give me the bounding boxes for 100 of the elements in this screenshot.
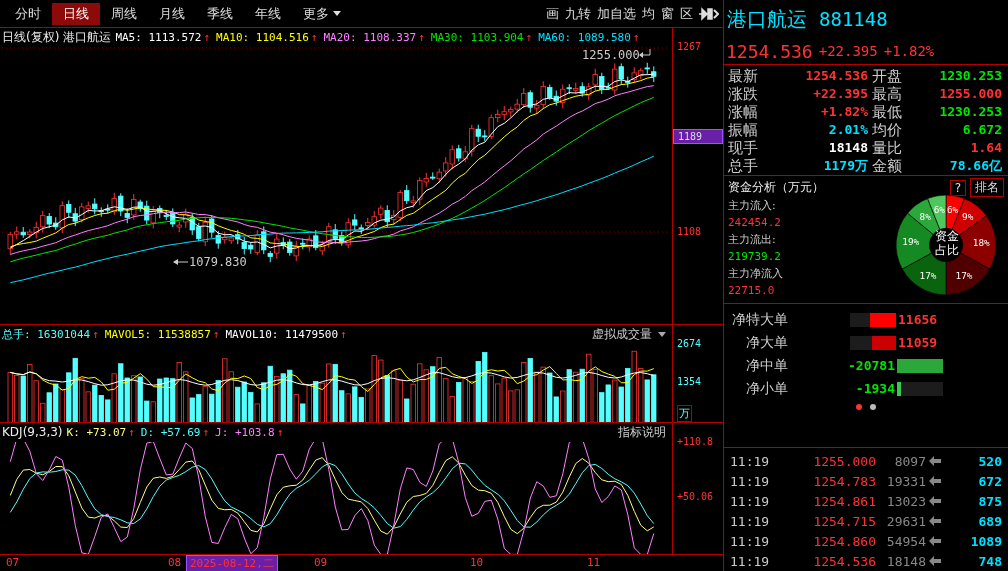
trade-time: 11:19 [730,473,771,489]
trade-volume: 8097 [893,453,926,469]
toolbar-button[interactable]: 均 [642,4,655,23]
trade-price: 1254.783 [812,473,876,489]
low-price-label: 1079.830 [189,255,247,269]
order-type-label: 净特大单 [731,310,789,329]
toolbar-button[interactable]: 九转 [565,4,591,23]
slice-label: 19% [902,235,920,247]
toolbar-button[interactable]: 画 [546,4,559,23]
slice-label: 9% [962,211,974,223]
period-tab[interactable]: 更多 [292,2,352,25]
price-tick: 1267 [677,41,702,52]
stat-value: 6.672 [961,121,1003,139]
stat-label: 现手 [728,139,759,157]
price-change: +22.395 [818,43,878,59]
chart-title: 日线(复权) [2,29,60,46]
slice-label: 18% [972,236,990,248]
month-tick: 08 [168,556,182,569]
flow-value: 22715.0 [728,283,776,299]
period-tab[interactable]: 分时 [4,2,52,25]
slice-label: 17% [919,269,937,281]
volume-tick: 2674 [677,338,702,349]
stat-value: 1.64 [969,139,1003,157]
indicator-value: D: +57.69 [140,425,201,439]
toolbar-button[interactable]: 加自选 [597,4,636,23]
trend-arrow: ↑ [92,327,99,341]
index-code: 881148 [819,8,888,30]
stat-value: 78.66亿 [948,157,1003,175]
trade-count: 689 [977,513,1002,529]
price-tick: 1108 [677,226,702,237]
toolbar-button[interactable]: 区 [680,4,693,23]
stat-value: 1230.253 [938,67,1003,85]
trade-volume: 18148 [885,553,926,569]
unit-label: 万 [677,405,692,422]
indicator-tick: +50.06 [677,491,714,502]
trend-arrow: ↑ [418,31,425,44]
net-flow-value: -1934 [854,381,896,396]
ma-value: MA10: 1104.516 [216,31,309,44]
stat-label: 最低 [872,103,903,121]
order-type-label: 净中单 [745,356,789,375]
flow-label: 主力流出: [728,232,777,248]
stat-label: 量比 [872,139,903,157]
stat-label: 开盘 [872,67,903,85]
month-tick: 11 [587,556,601,569]
trade-price: 1255.000 [812,453,876,469]
trend-arrow: ↑ [202,425,209,439]
net-flow-value: 11059 [897,335,939,350]
trade-time: 11:19 [730,533,771,549]
indicator-title: KDJ(9,3,3) [2,425,63,440]
rank-button[interactable]: 排名 [970,178,1004,197]
ma-value: MA30: 1103.904 [430,31,524,44]
flow-value: 219739.2 [728,249,782,265]
stat-label: 最新 [728,67,759,85]
month-tick: 09 [314,556,328,569]
trade-price: 1254.861 [812,493,876,509]
stat-value: 1230.253 [938,103,1003,121]
flow-value: 242454.2 [728,215,782,231]
stat-label: 最高 [872,85,903,103]
trade-time: 11:19 [730,553,771,569]
period-tab[interactable]: 年线 [244,2,292,25]
last-price: 1254.536 [726,40,813,62]
stat-label: 总手 [728,157,759,175]
trade-count: 875 [977,493,1002,509]
period-tab[interactable]: 周线 [100,2,148,25]
indicator-tick: +110.8 [677,436,714,447]
index-name: 港口航运 [63,29,112,46]
volume-mode-dropdown[interactable]: 虚拟成交量 [592,325,666,343]
period-tab[interactable]: 月线 [148,2,196,25]
trade-price: 1254.715 [812,513,876,529]
month-tick: 10 [470,556,484,569]
trend-arrow: ↑ [128,425,135,439]
order-type-label: 净小单 [745,379,789,398]
indicator-value: J: +103.8 [215,425,275,439]
volume-value: 总手: 16301044 [2,326,91,342]
toolbar-button[interactable]: 窗 [661,4,674,23]
period-tab[interactable]: 日线 [52,2,100,25]
cursor-price-label: 1189 [673,129,723,144]
trade-price: 1254.536 [812,553,876,569]
stat-label: 振幅 [728,121,759,139]
stat-value: 2.01% [827,121,869,139]
volume-value: MAVOL10: 11479500 [225,327,339,341]
trade-volume: 19331 [885,473,926,489]
indicator-help-link[interactable]: 指标说明 [618,423,666,441]
stat-label: 涨跌 [728,85,759,103]
trend-arrow: ↑ [203,31,211,44]
stat-value: +22.395 [812,85,869,103]
stat-value: 1255.000 [938,85,1003,103]
percent-change: +1.82% [883,43,935,59]
trade-time: 11:19 [730,453,771,469]
trade-volume: 54954 [885,533,926,549]
slice-label: 17% [955,269,973,281]
period-tab[interactable]: 季线 [196,2,244,25]
trend-arrow: ↑ [632,31,640,44]
chart-center-label: 资金占比 [934,229,961,257]
trend-arrow: ↑ [310,31,318,44]
volume-value: MAVOL5: 11538857 [104,327,211,341]
trend-arrow: ↑ [212,327,220,341]
ma-value: MA20: 1108.337 [323,31,417,44]
trade-volume: 13023 [885,493,926,509]
trade-price: 1254.860 [812,533,876,549]
